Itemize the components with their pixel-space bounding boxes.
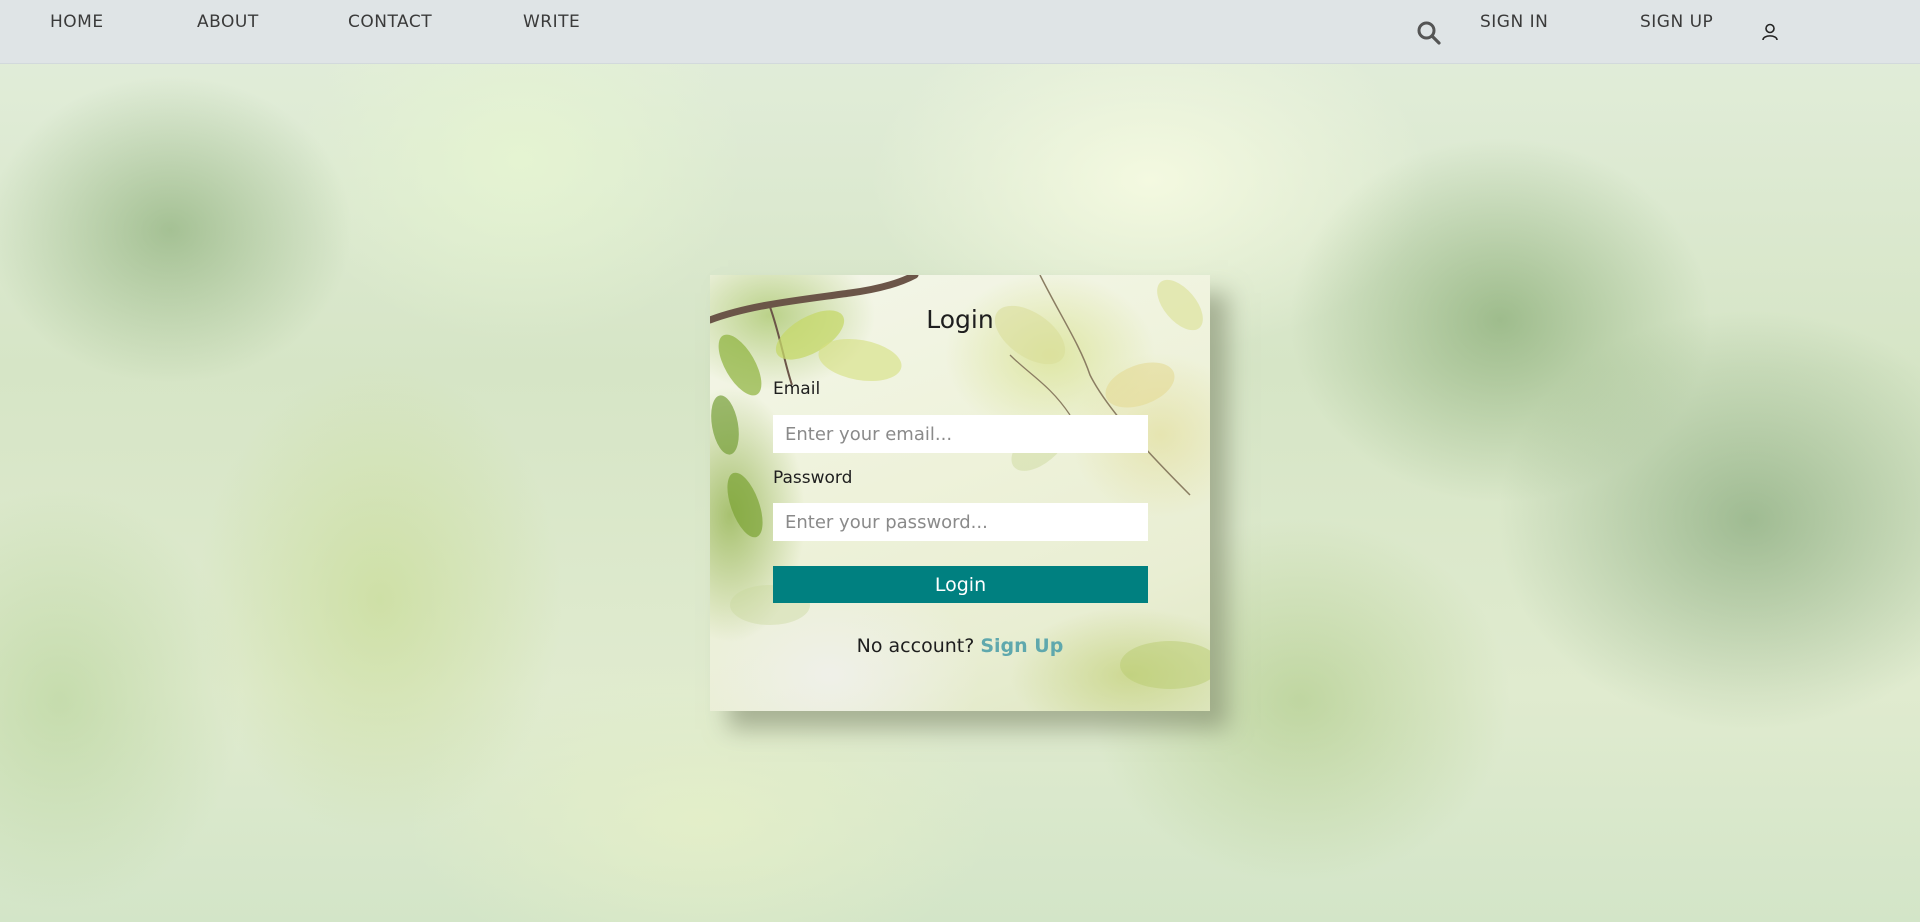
nav-sign-in[interactable]: SIGN IN (1480, 12, 1548, 32)
nav-about[interactable]: ABOUT (197, 12, 259, 32)
login-button[interactable]: Login (773, 566, 1148, 603)
login-card: Login Email Password Login No account? S… (710, 275, 1210, 711)
signup-prompt: No account? Sign Up (710, 635, 1210, 657)
nav-sign-up[interactable]: SIGN UP (1640, 12, 1713, 32)
login-form: Login Email Password Login No account? S… (710, 275, 1210, 711)
nav-contact[interactable]: CONTACT (348, 12, 432, 32)
email-label: Email (773, 379, 821, 399)
signup-link[interactable]: Sign Up (980, 635, 1063, 657)
nav-write[interactable]: WRITE (523, 12, 580, 32)
email-input[interactable] (773, 415, 1148, 453)
login-title: Login (926, 305, 994, 334)
no-account-text: No account? (856, 635, 975, 657)
user-icon[interactable] (1760, 22, 1780, 42)
password-input[interactable] (773, 503, 1148, 541)
search-icon[interactable] (1416, 20, 1442, 46)
nav-home[interactable]: HOME (50, 12, 104, 32)
top-navbar: HOME ABOUT CONTACT WRITE SIGN IN SIGN UP (0, 0, 1920, 64)
password-label: Password (773, 468, 853, 488)
